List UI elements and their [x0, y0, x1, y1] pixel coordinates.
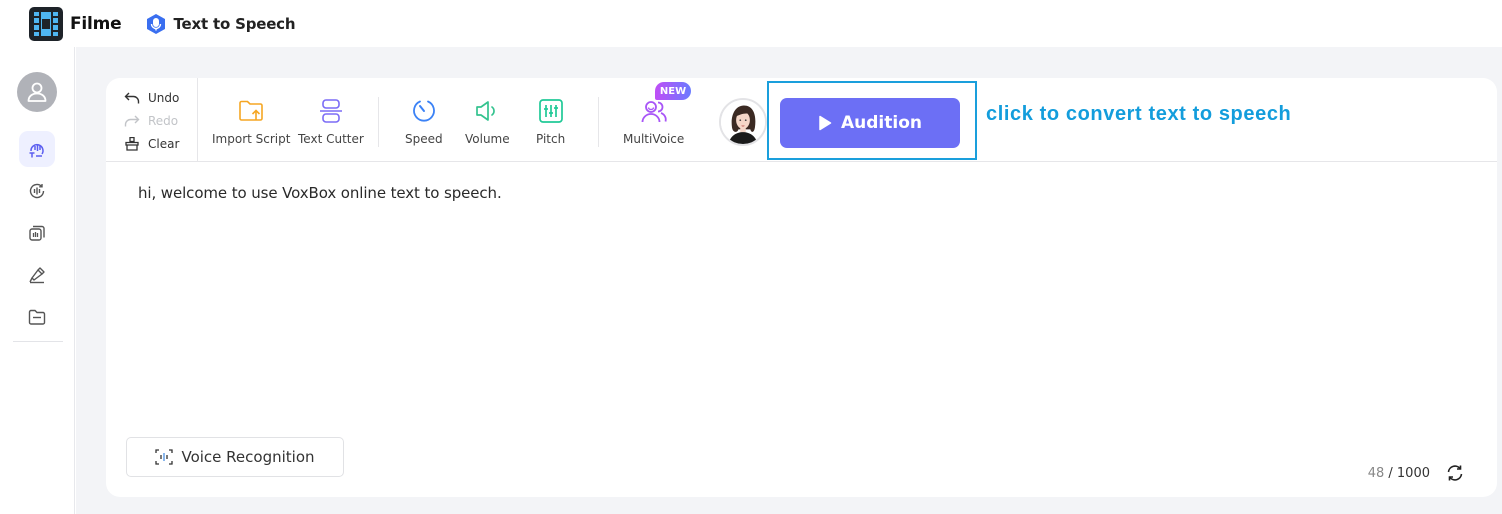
text-cutter-icon: [319, 99, 342, 123]
volume-icon: [476, 101, 496, 121]
speed-button[interactable]: Speed: [405, 97, 443, 146]
text-editor[interactable]: hi, welcome to use VoxBox online text to…: [138, 184, 1438, 202]
redo-button[interactable]: Redo: [124, 109, 196, 132]
app-title: Text to Speech: [173, 14, 296, 33]
pitch-button[interactable]: Pitch: [536, 97, 565, 146]
multivoice-button[interactable]: MultiVoice: [623, 97, 684, 146]
play-icon: [819, 115, 832, 131]
audio-stack-icon: [29, 225, 45, 241]
film-logo-icon: [29, 6, 63, 41]
speech-text-icon: [29, 143, 44, 158]
female-voice-avatar-icon: [721, 100, 765, 144]
toolbar-divider: [598, 97, 599, 147]
redo-label: Redo: [148, 113, 179, 128]
audition-label: Audition: [841, 113, 922, 133]
undo-label: Undo: [148, 90, 180, 105]
new-badge: NEW: [655, 82, 691, 100]
sidebar-item-files[interactable]: [19, 299, 55, 335]
sidebar-item-recording[interactable]: [19, 257, 55, 293]
sidebar-divider: [13, 341, 63, 342]
history-controls: Undo Redo Clear: [124, 86, 196, 155]
clear-button[interactable]: Clear: [124, 132, 196, 155]
sidebar-item-audio-files[interactable]: [19, 215, 55, 251]
clear-label: Clear: [148, 136, 180, 151]
speedometer-icon: [412, 100, 435, 122]
multivoice-label: MultiVoice: [623, 132, 685, 146]
user-avatar-icon[interactable]: [17, 72, 57, 112]
voice-avatar[interactable]: [719, 98, 767, 146]
annotation-text: click to convert text to speech: [986, 103, 1292, 125]
text-cutter-label: Text Cutter: [298, 132, 364, 146]
sidebar: [0, 47, 75, 514]
voice-cycle-icon: [29, 183, 45, 199]
import-script-label: Import Script: [212, 132, 291, 146]
toolbar: Undo Redo Clear Import Script Text Cutte…: [106, 78, 1497, 162]
refresh-icon[interactable]: [1445, 463, 1465, 483]
speed-label: Speed: [405, 132, 443, 146]
text-cutter-button[interactable]: Text Cutter: [298, 97, 364, 146]
multivoice-users-icon: [641, 101, 667, 123]
brush-clear-icon: [125, 136, 139, 151]
char-counter: 48 / 1000: [1368, 466, 1430, 481]
volume-label: Volume: [465, 132, 510, 146]
redo-icon: [124, 115, 140, 126]
folder-icon: [28, 309, 46, 325]
pitch-label: Pitch: [536, 132, 566, 146]
pitch-equalizer-icon: [538, 99, 563, 123]
sidebar-item-voice-changer[interactable]: [19, 173, 55, 209]
sidebar-item-text-to-speech[interactable]: [19, 131, 55, 167]
undo-icon: [124, 92, 140, 103]
voice-recognition-label: Voice Recognition: [181, 448, 315, 466]
app-tag[interactable]: Text to Speech: [145, 13, 296, 35]
microphone-pen-icon: [29, 267, 45, 284]
folder-upload-icon: [239, 100, 264, 121]
main-area: Undo Redo Clear Import Script Text Cutte…: [76, 47, 1502, 514]
toolbar-divider: [197, 78, 198, 162]
microphone-badge-icon: [146, 13, 165, 34]
voice-recognition-button[interactable]: Voice Recognition: [126, 437, 344, 477]
undo-button[interactable]: Undo: [124, 86, 196, 109]
top-bar: Filme Text to Speech: [0, 0, 1502, 47]
toolbar-divider: [378, 97, 379, 147]
volume-button[interactable]: Volume: [465, 97, 510, 146]
brand-name: Filme: [70, 13, 122, 34]
editor-card: Undo Redo Clear Import Script Text Cutte…: [106, 78, 1497, 497]
import-script-button[interactable]: Import Script: [212, 97, 290, 146]
audition-button[interactable]: Audition: [780, 98, 960, 148]
brand[interactable]: Filme: [29, 6, 122, 41]
char-count: 48: [1367, 466, 1385, 481]
char-limit: / 1000: [1388, 466, 1430, 481]
voice-scan-icon: [155, 449, 174, 465]
